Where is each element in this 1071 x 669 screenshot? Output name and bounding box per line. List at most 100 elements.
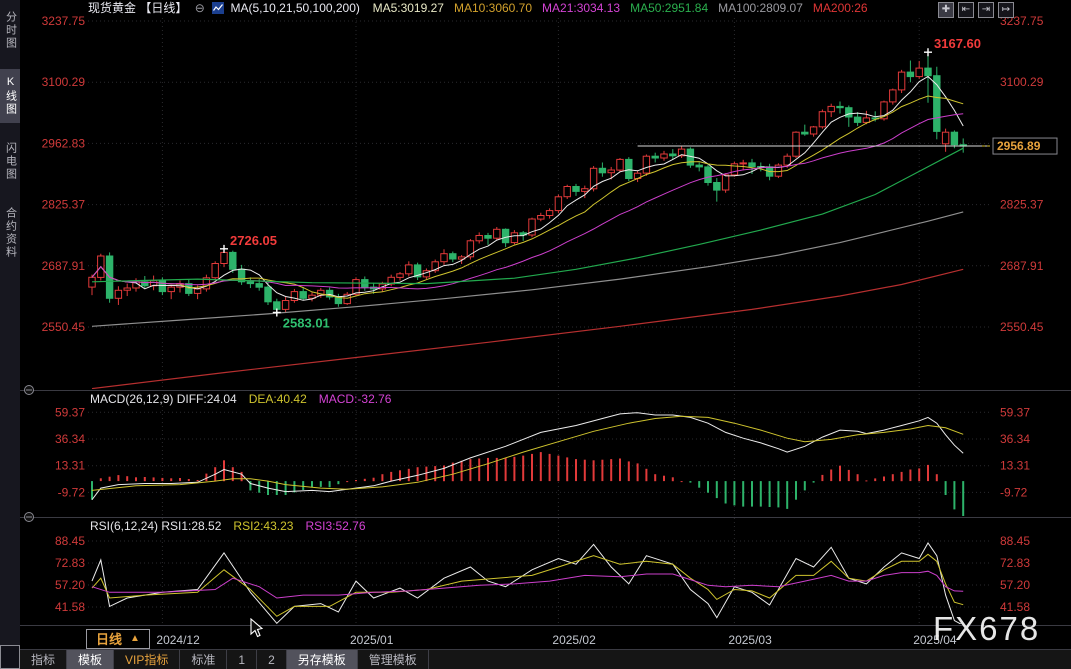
ma-value-label: MA200:26	[812, 1, 868, 15]
macd-histogram-bar	[319, 481, 322, 487]
candle	[941, 131, 950, 145]
sidebar-item-合约资料[interactable]: 合约资料	[0, 200, 20, 266]
macd-histogram-bar	[909, 469, 912, 482]
macd-histogram-bar	[742, 481, 745, 507]
ma-settings-label[interactable]: MA(5,10,21,50,100,200)	[230, 1, 359, 15]
toolbar-tab-标准[interactable]: 标准	[180, 650, 228, 669]
chart-canvas[interactable]: 3237.753237.753100.293100.292962.832962.…	[0, 0, 1071, 669]
svg-text:13.31: 13.31	[55, 459, 85, 473]
date-axis-label: 2025/03	[728, 633, 772, 647]
timeframe-label: 日线	[96, 631, 123, 647]
macd-histogram-bar	[284, 481, 287, 495]
macd-histogram-bar	[698, 481, 701, 488]
macd-histogram-bar	[170, 478, 173, 482]
macd-histogram-bar	[803, 481, 806, 491]
macd-histogram-bar	[425, 466, 428, 482]
macd-histogram-bar	[786, 481, 789, 509]
timeframe-selector[interactable]: 日线 ▲	[86, 629, 150, 649]
candle	[281, 300, 290, 310]
ma-values-legend: MA5:3019.27 MA10:3060.70 MA21:3034.13 MA50:…	[373, 1, 878, 15]
date-axis-label: 2024/12	[156, 633, 200, 647]
candle	[572, 186, 580, 192]
macd-dif-line	[91, 412, 964, 501]
shift-right-icon[interactable]: ↦	[998, 2, 1014, 18]
ma-value-label: MA5:3019.27	[372, 1, 444, 15]
toolbar-tab-指标[interactable]: 指标	[20, 650, 68, 669]
zoom-x-right-icon[interactable]: ⇥	[978, 2, 994, 18]
candle	[589, 167, 598, 190]
rsi-value-label: RSI3:52.76	[305, 519, 366, 533]
candle	[801, 131, 809, 135]
svg-text:41.58: 41.58	[55, 600, 85, 614]
ma-value-label: MA10:3060.70	[453, 1, 533, 15]
panel-collapse-icon[interactable]	[24, 385, 34, 395]
candle	[167, 286, 175, 293]
toolbar-tab-2[interactable]: 2	[257, 650, 287, 669]
sidebar-item-K线图[interactable]: K线图	[0, 69, 20, 123]
sidebar-item-分时图[interactable]: 分时图	[0, 4, 20, 57]
candle	[255, 283, 263, 288]
collapse-icon[interactable]: ⊖	[195, 1, 205, 15]
macd-histogram-bar	[557, 455, 560, 482]
macd-histogram-bar	[258, 481, 261, 493]
macd-histogram-bar	[337, 481, 340, 485]
timeframe-arrow-icon: ▲	[130, 633, 140, 644]
toolbar-tab-VIP指标[interactable]: VIP指标	[114, 650, 181, 669]
macd-histogram-bar	[927, 464, 929, 482]
macd-histogram-bar	[724, 481, 727, 504]
macd-histogram-bar	[627, 461, 630, 482]
svg-text:36.34: 36.34	[1000, 432, 1030, 446]
candle	[554, 196, 563, 212]
candle	[897, 71, 906, 91]
price-axis-label: 2687.91	[42, 259, 86, 273]
rsi-pane-header: RSI(6,12,24) RSI1:28.52 RSI2:43.23 RSI3:52…	[90, 519, 378, 533]
zoom-x-left-icon[interactable]: ⇤	[958, 2, 974, 18]
candle	[845, 107, 853, 118]
candle	[211, 263, 219, 279]
svg-text:57.20: 57.20	[1000, 578, 1030, 592]
MA10-line	[91, 95, 964, 299]
price-axis-label: 2962.83	[42, 136, 86, 150]
trading-app-window: 3237.753237.753100.293100.292962.832962.…	[0, 0, 1071, 669]
candle	[440, 253, 448, 263]
ma-value-label: MA50:2951.84	[630, 1, 709, 15]
svg-text:-9.72: -9.72	[58, 485, 86, 499]
macd-histogram-bar	[812, 481, 815, 483]
macd-histogram-bar	[865, 480, 868, 482]
move-icon[interactable]: ✚	[938, 2, 954, 18]
macd-histogram-bar	[680, 481, 683, 483]
macd-histogram-bar	[575, 459, 577, 482]
macd-histogram-bar	[416, 467, 419, 482]
panel-collapse-icon[interactable]	[24, 512, 34, 522]
macd-histogram-bar	[777, 481, 780, 508]
macd-pane: 59.37 59.37 36.34 36.34 13.31 13.31 -9.72 -9.72	[55, 405, 1030, 516]
indicator-chart-icon[interactable]	[212, 2, 225, 19]
macd-histogram-bar	[715, 481, 718, 499]
rsi-value-label: RSI2:43.23	[233, 519, 294, 533]
sidebar-item-闪电图[interactable]: 闪电图	[0, 135, 20, 188]
macd-histogram-bar	[302, 481, 305, 490]
toolbar-tab-另存模板[interactable]: 另存模板	[286, 650, 358, 669]
macd-histogram-bar	[839, 465, 841, 482]
toolbar-tab-管理模板[interactable]: 管理模板	[358, 650, 429, 669]
svg-text:72.83: 72.83	[1000, 556, 1030, 570]
macd-histogram-bar	[126, 476, 129, 482]
macd-histogram-bar	[434, 466, 437, 482]
macd-histogram-bar	[636, 463, 639, 482]
candle	[475, 235, 483, 242]
candle	[695, 164, 703, 168]
macd-histogram-bar	[531, 453, 533, 482]
price-axis-label: 3237.75	[42, 14, 86, 28]
toolbar-tab-模板[interactable]: 模板	[67, 650, 115, 669]
macd-histogram-bar	[610, 459, 613, 482]
candle	[915, 67, 923, 78]
macd-histogram-bar	[108, 476, 111, 482]
macd-histogram-bar	[821, 474, 824, 482]
sidebar: 分时图 K线图闪电图合约资料	[0, 0, 20, 669]
candle	[607, 169, 615, 174]
macd-histogram-bar	[751, 481, 753, 507]
candle	[924, 67, 932, 77]
toolbar-tab-1[interactable]: 1	[227, 650, 258, 669]
macd-histogram-bar	[513, 456, 516, 482]
candle	[853, 116, 862, 123]
